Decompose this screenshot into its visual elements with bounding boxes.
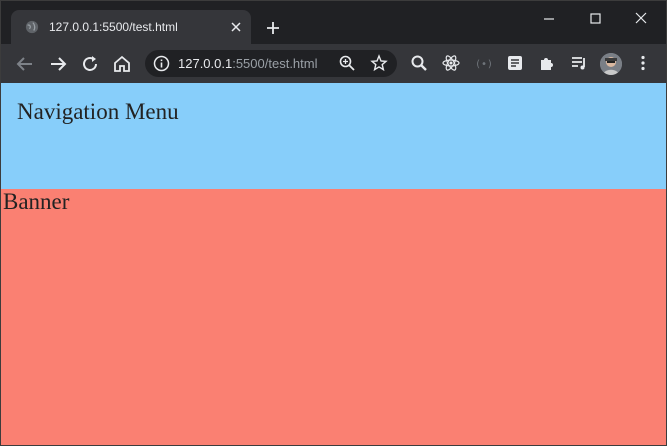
navigation-menu-text: Navigation Menu	[17, 99, 179, 124]
reload-icon[interactable]	[78, 52, 102, 76]
tab-strip: 127.0.0.1:5500/test.html	[1, 1, 666, 44]
more-vertical-icon[interactable]	[634, 54, 652, 72]
banner-text: Banner	[3, 189, 70, 214]
svg-text:(•): (•)	[475, 59, 492, 70]
reader-extension-icon[interactable]	[506, 54, 524, 72]
media-queue-icon[interactable]	[570, 54, 588, 72]
tab-active[interactable]: 127.0.0.1:5500/test.html	[11, 10, 251, 44]
page-viewport: Navigation Menu Banner	[1, 83, 666, 445]
maximize-button[interactable]	[573, 7, 617, 29]
close-window-button[interactable]	[619, 7, 663, 29]
banner: Banner	[1, 189, 666, 445]
info-icon[interactable]	[153, 55, 170, 72]
profile-avatar[interactable]	[600, 53, 622, 75]
vue-devtools-icon[interactable]: (•)	[474, 54, 493, 72]
react-devtools-icon[interactable]	[442, 54, 460, 72]
new-tab-button[interactable]	[263, 18, 283, 38]
browser-window: 127.0.0.1:5500/test.html 127.0.0.1:5500/…	[0, 0, 667, 446]
back-arrow-icon[interactable]	[13, 52, 37, 76]
globe-icon	[25, 20, 39, 34]
url-text: 127.0.0.1:5500/test.html	[178, 56, 318, 71]
forward-arrow-icon[interactable]	[46, 52, 70, 76]
search-extension-icon[interactable]	[410, 54, 428, 72]
puzzle-icon[interactable]	[538, 54, 556, 72]
address-bar[interactable]: 127.0.0.1:5500/test.html	[145, 50, 397, 77]
home-icon[interactable]	[110, 52, 134, 76]
tab-title: 127.0.0.1:5500/test.html	[49, 20, 178, 34]
url-host: 127.0.0.1	[178, 56, 233, 71]
browser-toolbar: 127.0.0.1:5500/test.html (•)	[1, 44, 666, 83]
star-icon[interactable]	[370, 54, 388, 72]
zoom-icon[interactable]	[338, 54, 356, 72]
close-tab-icon[interactable]	[229, 20, 243, 34]
navigation-menu: Navigation Menu	[1, 83, 666, 189]
url-path: :5500/test.html	[232, 56, 318, 71]
minimize-button[interactable]	[527, 7, 571, 29]
